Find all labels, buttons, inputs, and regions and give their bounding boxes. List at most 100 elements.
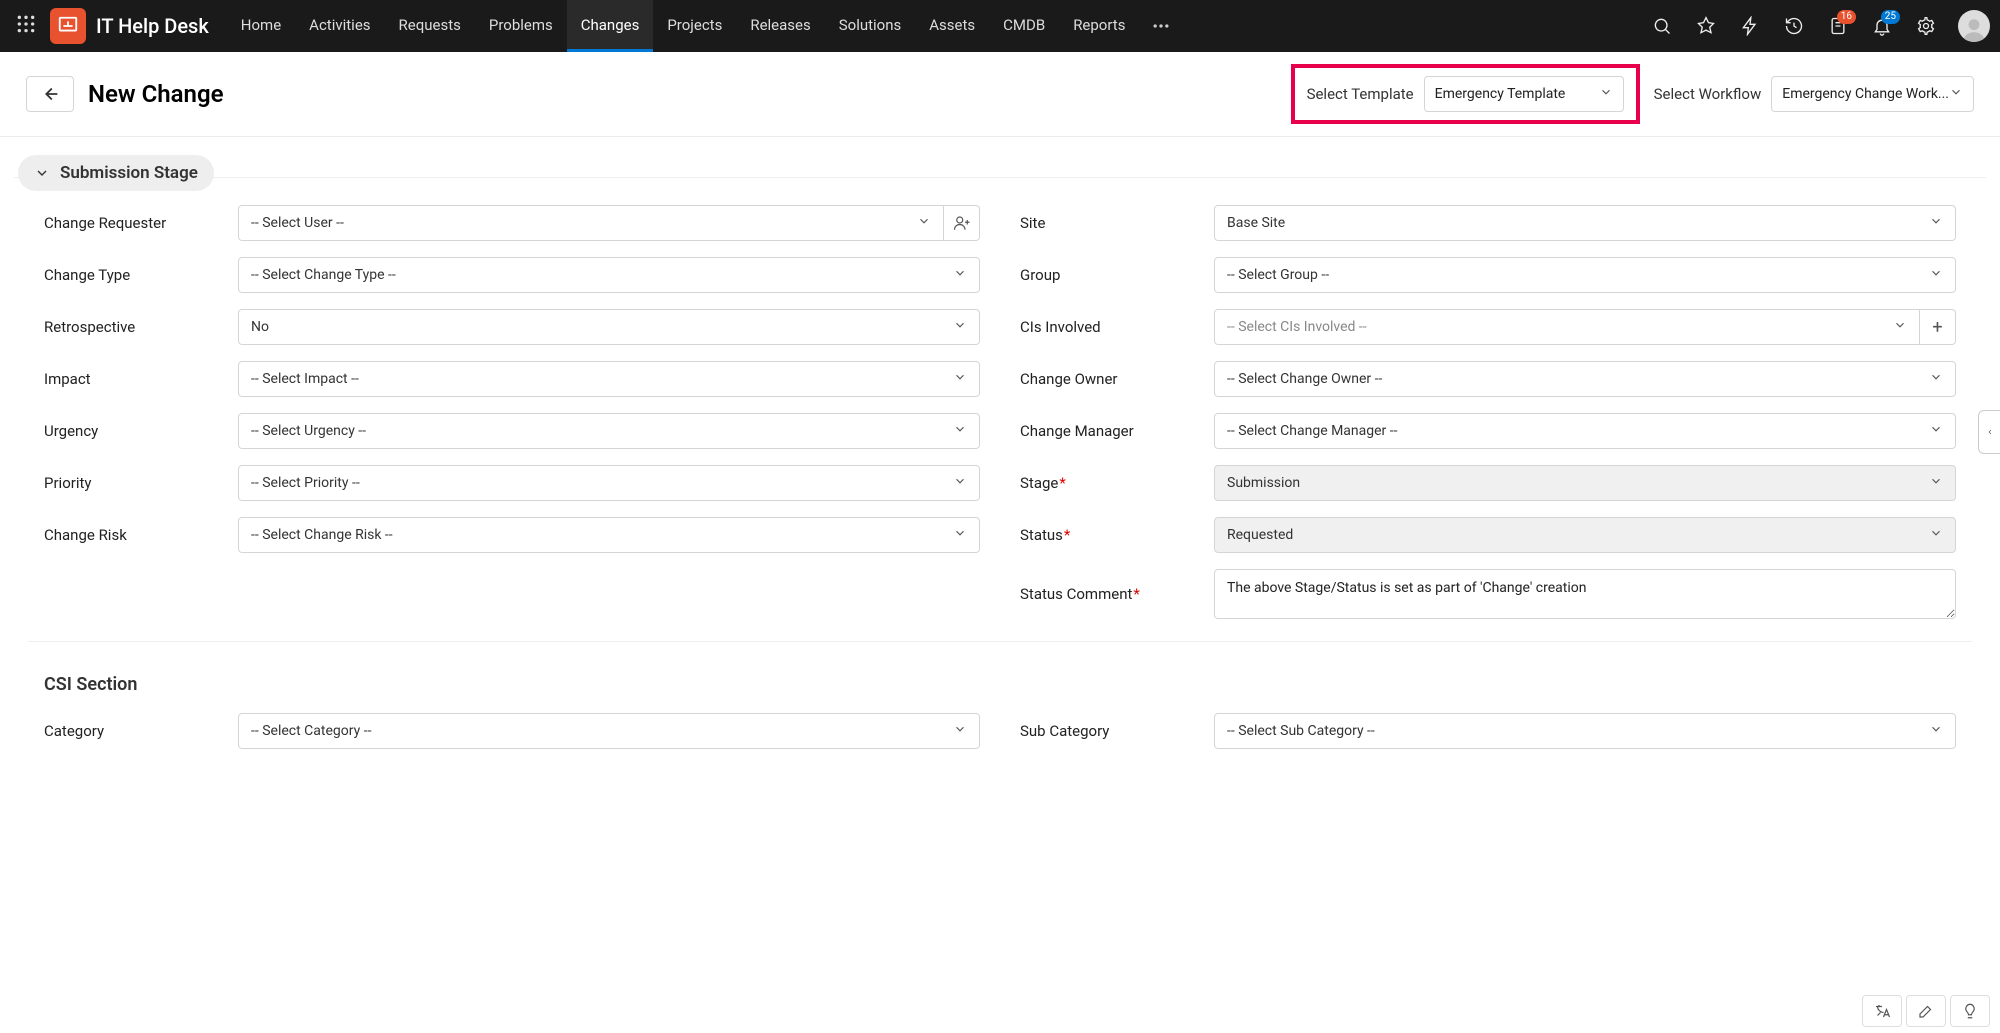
brand-title: IT Help Desk [96,14,209,38]
field-label: Category [44,722,224,740]
edit-icon[interactable] [1906,995,1946,1027]
right-drawer-toggle[interactable] [1978,410,2000,454]
impact-select[interactable]: -- Select Impact -- [238,361,980,397]
chevron-down-icon [1893,318,1907,336]
chevron-down-icon [1929,722,1943,740]
nav-tab-activities[interactable]: Activities [295,0,384,52]
field-status-comment: Status Comment* [1020,569,1956,619]
history-icon[interactable] [1776,8,1812,44]
nav-tab-requests[interactable]: Requests [385,0,475,52]
nav-tab-problems[interactable]: Problems [475,0,567,52]
chevron-down-icon [953,370,967,388]
workflow-value: Emergency Change Work... [1782,86,1949,102]
change-owner-select[interactable]: -- Select Change Owner -- [1214,361,1956,397]
field-change-risk: Change Risk -- Select Change Risk -- [44,517,980,553]
stage-chip-label: Submission Stage [60,163,198,183]
field-status: Status* Requested [1020,517,1956,553]
stage-select[interactable]: Submission [1214,465,1956,501]
add-user-icon[interactable] [944,205,980,241]
avatar[interactable] [1958,10,1990,42]
add-ci-button[interactable]: + [1920,309,1956,345]
field-label: Retrospective [44,318,224,336]
page-header-bar: New Change Select Template Emergency Tem… [0,52,2000,137]
bolt-icon[interactable] [1732,8,1768,44]
change-risk-select[interactable]: -- Select Change Risk -- [238,517,980,553]
nav-tab-home[interactable]: Home [227,0,295,52]
field-label: Status* [1020,526,1200,544]
priority-select[interactable]: -- Select Priority -- [238,465,980,501]
change-manager-select[interactable]: -- Select Change Manager -- [1214,413,1956,449]
chevron-down-icon [1949,85,1963,103]
chevron-down-icon [953,266,967,284]
translate-icon[interactable] [1862,995,1902,1027]
chevron-down-icon [1929,266,1943,284]
field-impact: Impact -- Select Impact -- [44,361,980,397]
change-requester-select[interactable]: -- Select User -- [238,205,944,241]
site-select[interactable]: Base Site [1214,205,1956,241]
nav-tab-solutions[interactable]: Solutions [825,0,916,52]
pending-badge: 16 [1837,10,1856,24]
field-label: Change Manager [1020,422,1200,440]
status-select[interactable]: Requested [1214,517,1956,553]
nav-tab-cmdb[interactable]: CMDB [989,0,1059,52]
left-column: Change Requester -- Select User -- Change … [44,205,980,619]
nav-tab-reports[interactable]: Reports [1059,0,1139,52]
bell-icon[interactable]: 25 [1864,8,1900,44]
stage-toggle[interactable]: Submission Stage [18,155,214,191]
chevron-down-icon [1929,370,1943,388]
nav-tab-assets[interactable]: Assets [915,0,989,52]
status-comment-textarea[interactable] [1214,569,1956,619]
chevron-down-icon [953,474,967,492]
csi-section-title: CSI Section [14,664,1986,713]
template-value: Emergency Template [1435,86,1566,102]
field-sub-category: Sub Category-- Select Sub Category -- [1020,713,1956,749]
chevron-down-icon [1929,474,1943,492]
csi-right-column: Sub Category-- Select Sub Category -- [1020,713,1956,749]
top-navbar: IT Help Desk HomeActivitiesRequestsProbl… [0,0,2000,52]
chevron-down-icon [953,422,967,440]
chevron-down-icon [917,214,931,232]
category-select[interactable]: -- Select Category -- [238,713,980,749]
sub-category-select[interactable]: -- Select Sub Category -- [1214,713,1956,749]
gear-icon[interactable] [1908,8,1944,44]
workflow-select[interactable]: Emergency Change Work... [1771,76,1974,112]
back-button[interactable] [26,76,74,112]
chevron-down-icon [953,526,967,544]
field-label: Change Requester [44,214,224,232]
search-icon[interactable] [1644,8,1680,44]
footer-toolbar [1862,995,1990,1027]
field-change-manager: Change Manager -- Select Change Manager -… [1020,413,1956,449]
field-label: Impact [44,370,224,388]
field-label: Group [1020,266,1200,284]
template-select[interactable]: Emergency Template [1424,76,1624,112]
field-label: Status Comment* [1020,585,1200,603]
section-divider [28,641,1972,642]
field-label: Priority [44,474,224,492]
field-label: Stage* [1020,474,1200,492]
pending-icon[interactable]: 16 [1820,8,1856,44]
cis-involved-select[interactable]: -- Select CIs Involved -- [1214,309,1920,345]
field-cis-involved: CIs Involved -- Select CIs Involved --+ [1020,309,1956,345]
apps-grid-icon[interactable] [10,8,50,44]
nav-tab-releases[interactable]: Releases [736,0,824,52]
field-retrospective: Retrospective No [44,309,980,345]
field-label: CIs Involved [1020,318,1200,336]
change-type-select[interactable]: -- Select Change Type -- [238,257,980,293]
retrospective-select[interactable]: No [238,309,980,345]
chevron-down-icon [953,318,967,336]
field-label: Change Type [44,266,224,284]
csi-left-column: Category -- Select Category -- [44,713,980,749]
page-title: New Change [88,80,224,108]
bulb-icon[interactable] [1950,995,1990,1027]
group-select[interactable]: -- Select Group -- [1214,257,1956,293]
field-label: Change Risk [44,526,224,544]
field-change-type: Change Type -- Select Change Type -- [44,257,980,293]
nav-tab-changes[interactable]: Changes [567,0,654,52]
field-priority: Priority -- Select Priority -- [44,465,980,501]
form-area: Submission Stage Change Requester -- Sele… [0,137,2000,789]
pin-icon[interactable] [1688,8,1724,44]
field-group: Group -- Select Group -- [1020,257,1956,293]
urgency-select[interactable]: -- Select Urgency -- [238,413,980,449]
nav-more-icon[interactable] [1139,16,1183,36]
nav-tab-projects[interactable]: Projects [653,0,736,52]
